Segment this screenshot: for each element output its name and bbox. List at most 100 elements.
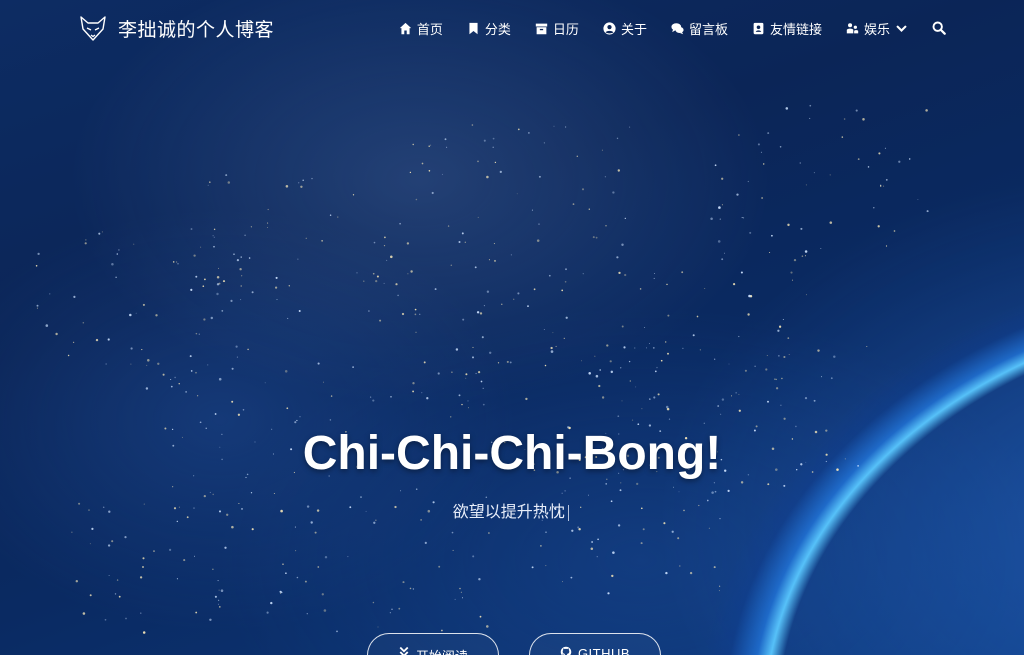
- city-light: [391, 608, 393, 610]
- city-light: [302, 179, 304, 182]
- nav-item-about[interactable]: 关于: [603, 19, 647, 38]
- city-light: [492, 146, 494, 149]
- city-light: [619, 367, 622, 369]
- city-light: [227, 181, 231, 184]
- city-light: [75, 580, 79, 583]
- city-light: [486, 290, 490, 293]
- city-light: [898, 160, 901, 163]
- nav-item-guestbook[interactable]: 留言板: [671, 19, 728, 38]
- city-light: [873, 206, 875, 209]
- city-light: [778, 325, 782, 328]
- city-light: [85, 239, 87, 241]
- city-light: [212, 568, 214, 570]
- brand[interactable]: 李拙诚的个人博客: [78, 13, 274, 43]
- city-light: [89, 594, 92, 597]
- city-light: [67, 354, 70, 357]
- city-light: [653, 396, 656, 399]
- city-light: [878, 152, 881, 155]
- city-light: [738, 134, 740, 136]
- city-light: [713, 482, 716, 484]
- city-light: [467, 400, 469, 402]
- city-light: [363, 280, 365, 282]
- city-light: [423, 361, 426, 364]
- city-light: [172, 486, 174, 488]
- nav-item-links[interactable]: 友情链接: [752, 19, 822, 38]
- city-light: [492, 137, 495, 140]
- city-light: [652, 347, 655, 349]
- github-button[interactable]: GITHUB: [528, 633, 662, 655]
- start-reading-button[interactable]: 开始阅读: [366, 633, 499, 655]
- city-light: [666, 283, 668, 286]
- city-light: [89, 543, 91, 545]
- city-light: [217, 603, 219, 605]
- city-light: [717, 405, 720, 407]
- city-light: [880, 185, 882, 187]
- city-light: [649, 398, 651, 400]
- city-light: [438, 565, 441, 568]
- city-light: [617, 524, 621, 527]
- nav-item-categories[interactable]: 分类: [467, 19, 511, 38]
- city-light: [250, 492, 253, 494]
- start-reading-label: 开始阅读: [416, 646, 468, 655]
- city-light: [488, 259, 490, 261]
- city-light: [213, 236, 215, 238]
- city-light: [207, 364, 209, 366]
- city-light: [297, 258, 299, 260]
- city-light: [431, 191, 434, 195]
- city-light: [251, 291, 254, 294]
- city-light: [462, 318, 465, 321]
- city-light: [437, 372, 440, 375]
- city-light: [481, 336, 484, 339]
- city-light: [236, 258, 240, 262]
- city-light: [213, 245, 215, 248]
- city-light: [635, 386, 637, 388]
- city-light: [247, 348, 249, 351]
- city-light: [415, 488, 418, 490]
- city-light: [829, 174, 831, 176]
- city-light: [667, 352, 669, 355]
- city-light: [36, 304, 39, 307]
- city-light: [766, 354, 768, 357]
- city-light: [141, 349, 143, 351]
- city-light: [317, 362, 320, 365]
- city-light: [203, 318, 206, 321]
- city-light: [276, 298, 278, 301]
- city-light: [214, 595, 217, 598]
- city-light: [157, 362, 160, 365]
- city-light: [857, 158, 860, 161]
- nav-item-entertainment[interactable]: 娱乐: [846, 19, 908, 38]
- city-light: [451, 531, 454, 534]
- search-button[interactable]: [932, 21, 946, 35]
- city-light: [624, 273, 627, 277]
- city-light: [813, 172, 815, 174]
- city-light: [101, 231, 103, 233]
- city-light: [414, 313, 417, 316]
- city-light: [767, 400, 769, 403]
- city-light: [682, 347, 684, 350]
- nav-item-calendar[interactable]: 日历: [535, 19, 579, 38]
- city-light: [666, 407, 670, 411]
- city-light: [779, 146, 782, 148]
- city-light: [721, 258, 724, 261]
- city-light: [459, 587, 461, 590]
- city-light: [877, 225, 880, 228]
- city-light: [587, 494, 590, 496]
- city-light: [465, 377, 467, 379]
- city-light: [544, 364, 547, 367]
- fox-logo-icon: [80, 16, 106, 41]
- city-light: [36, 307, 38, 309]
- city-light: [843, 118, 846, 120]
- city-light: [893, 230, 896, 232]
- city-light: [231, 400, 234, 403]
- city-light: [390, 395, 392, 398]
- city-light: [170, 379, 172, 380]
- city-light: [783, 417, 786, 420]
- city-light: [406, 242, 410, 245]
- nav-item-home[interactable]: 首页: [399, 19, 443, 38]
- city-light: [116, 579, 119, 581]
- city-light: [45, 324, 49, 327]
- city-light: [718, 206, 721, 209]
- city-light: [790, 271, 793, 274]
- city-light: [833, 355, 836, 358]
- city-light: [241, 275, 243, 277]
